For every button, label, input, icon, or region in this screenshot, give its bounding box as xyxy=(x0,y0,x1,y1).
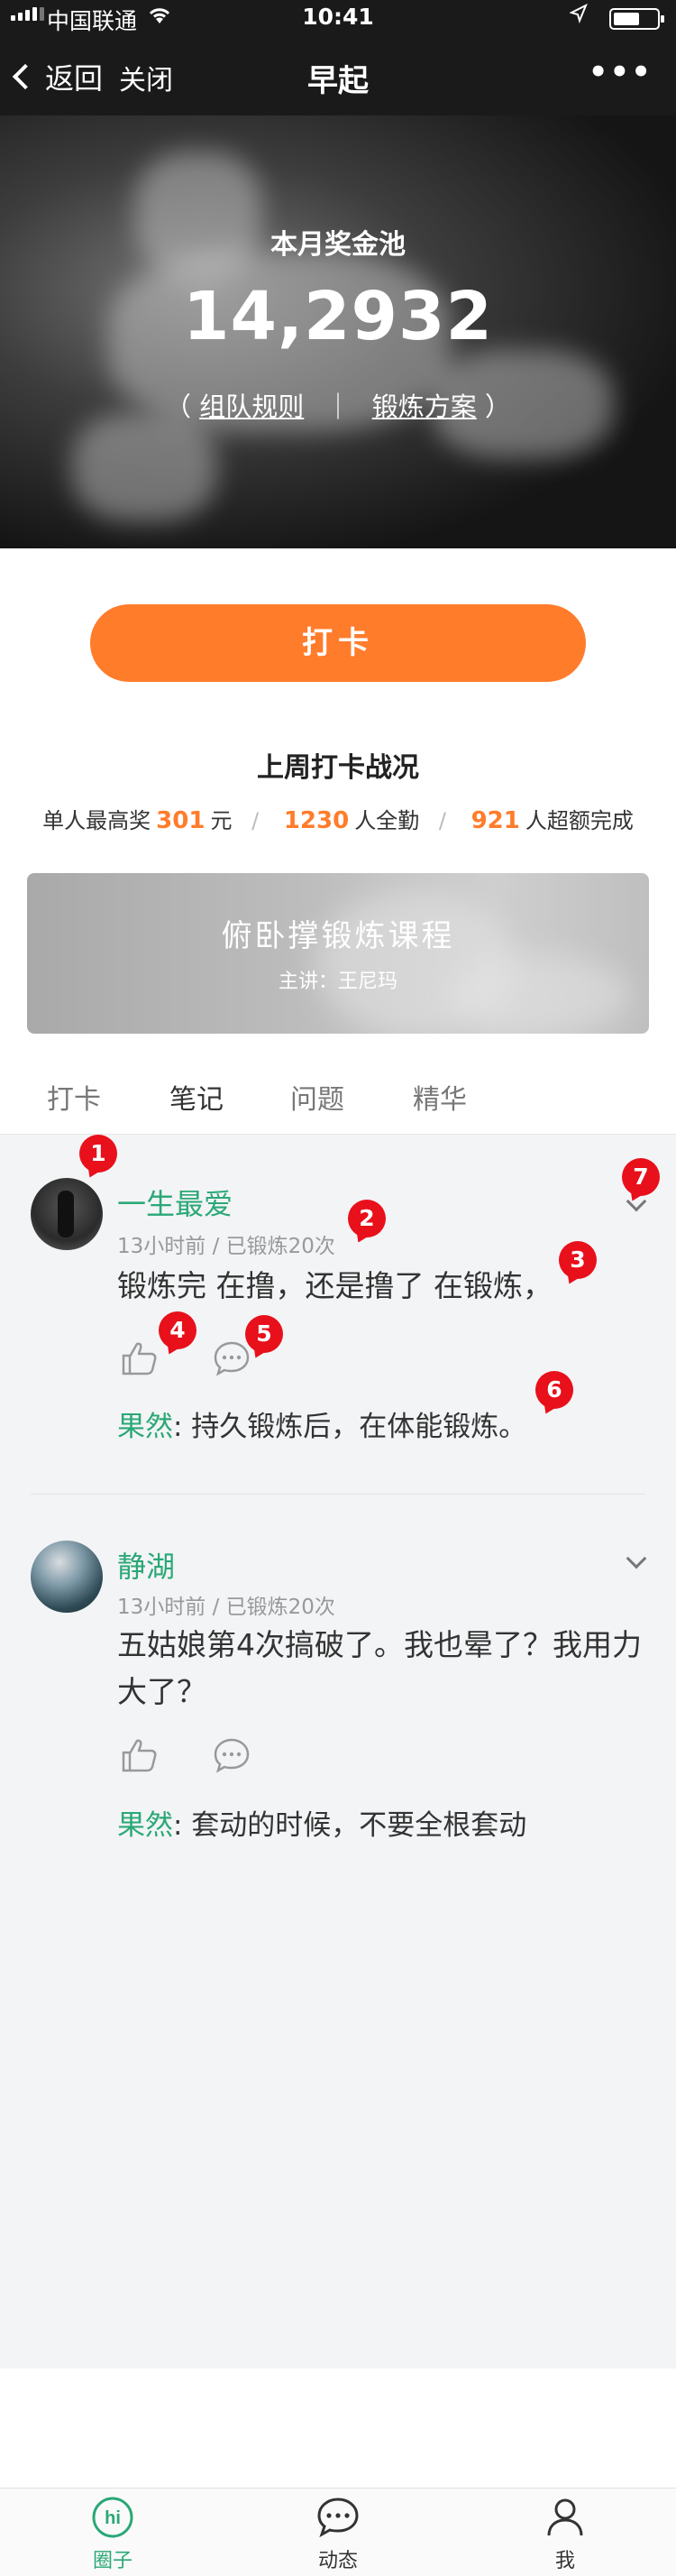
bottom-tab-label: 圈子 xyxy=(92,2550,132,2572)
post-username[interactable]: 静湖 xyxy=(117,1544,175,1586)
link-separator: ｜ xyxy=(324,391,352,422)
post-username[interactable]: 一生最爱 xyxy=(117,1182,233,1223)
location-icon xyxy=(569,3,588,29)
overachieve-label: 人超额完成 xyxy=(525,808,634,833)
top-bar: 中国联通 10:41 返回 关闭 早起 ••• xyxy=(0,0,676,115)
tab-notes[interactable]: 笔记 xyxy=(169,1077,224,1140)
battery-icon xyxy=(609,8,664,30)
annotation-badge: 1 xyxy=(79,1135,117,1173)
post-item: 一生最爱 13小时前 / 已锻炼20次 锻炼完 在撸，还是撸了 在锻炼， 果然:… xyxy=(0,1135,676,1495)
page-title: 早起 xyxy=(307,63,369,99)
annotation-badge: 5 xyxy=(245,1315,283,1353)
paren-open: （ xyxy=(165,391,192,422)
reply-username[interactable]: 果然 xyxy=(117,1411,173,1443)
person-icon xyxy=(544,2496,587,2543)
avatar[interactable] xyxy=(31,1541,103,1613)
hero-image-figure xyxy=(72,413,216,521)
exercise-plan-link[interactable]: 锻炼方案 xyxy=(372,391,477,422)
reply-line: 果然: 持久锻炼后，在体能锻炼。 xyxy=(117,1403,526,1444)
notes-feed: 一生最爱 13小时前 / 已锻炼20次 锻炼完 在撸，还是撸了 在锻炼， 果然:… xyxy=(0,1135,676,2369)
hi-circle-icon: hi xyxy=(91,2496,134,2543)
bottom-tab-circle[interactable]: hi 圈子 xyxy=(45,2489,180,2576)
course-lecturer: 主讲：王尼玛 xyxy=(278,971,397,993)
svg-text:hi: hi xyxy=(105,2508,121,2528)
like-thumb-icon[interactable] xyxy=(121,1340,159,1380)
annotation-badge: 7 xyxy=(622,1158,660,1196)
course-title: 俯卧撑锻炼课程 xyxy=(221,918,455,954)
checkin-button[interactable]: 打卡 xyxy=(90,604,586,682)
full-attendance-label: 人全勤 xyxy=(354,808,420,833)
chevron-down-icon[interactable] xyxy=(626,1548,647,1569)
reply-line: 果然: 套动的时候，不要全根套动 xyxy=(117,1802,526,1843)
prize-pool-label: 本月奖金池 xyxy=(270,229,406,261)
full-attendance-value: 1230 xyxy=(283,807,350,834)
annotation-badge: 4 xyxy=(159,1311,196,1349)
content-tabs: 打卡 笔记 问题 精华 xyxy=(0,1057,676,1140)
annotation-badge: 3 xyxy=(559,1241,597,1279)
status-bar: 中国联通 10:41 xyxy=(0,0,676,36)
reply-username[interactable]: 果然 xyxy=(117,1809,173,1842)
reply-text: : 持久锻炼后，在体能锻炼。 xyxy=(173,1411,527,1443)
top-prize-value: 301 xyxy=(156,807,206,834)
comment-icon[interactable] xyxy=(213,1737,251,1777)
post-item: 静湖 13小时前 / 已锻炼20次 五姑娘第4次搞破了。我也晕了？我用力大了？ … xyxy=(0,1495,676,1901)
bottom-tab-bar: hi 圈子 动态 我 xyxy=(0,2488,676,2576)
stats-divider: / xyxy=(438,808,446,833)
post-divider xyxy=(31,1494,645,1495)
avatar[interactable] xyxy=(31,1178,103,1250)
tab-label: 笔记 xyxy=(169,1084,224,1116)
annotation-badge: 6 xyxy=(535,1371,573,1409)
hero-links: （ 组队规则 ｜ 锻炼方案 ） xyxy=(0,386,676,424)
hero-banner: 本月奖金池 14,2932 （ 组队规则 ｜ 锻炼方案 ） xyxy=(0,115,676,548)
reply-text: : 套动的时候，不要全根套动 xyxy=(173,1809,527,1842)
nav-bar: 返回 关闭 早起 ••• xyxy=(0,36,676,115)
overachieve-value: 921 xyxy=(470,807,520,834)
chat-bubble-icon xyxy=(316,2496,360,2543)
bottom-tab-label: 我 xyxy=(554,2550,575,2572)
tab-label: 问题 xyxy=(290,1084,344,1116)
course-card[interactable]: 俯卧撑锻炼课程 主讲：王尼玛 xyxy=(27,873,649,1034)
post-meta: 13小时前 / 已锻炼20次 xyxy=(117,1235,335,1258)
stats-divider: / xyxy=(251,808,260,833)
paren-close: ） xyxy=(484,391,511,422)
tab-highlights[interactable]: 精华 xyxy=(413,1077,467,1117)
tab-label: 精华 xyxy=(413,1084,467,1116)
team-rules-link[interactable]: 组队规则 xyxy=(199,391,304,422)
more-menu-button[interactable]: ••• xyxy=(589,54,653,90)
prize-pool-amount: 14,2932 xyxy=(182,278,494,355)
tab-questions[interactable]: 问题 xyxy=(290,1077,344,1117)
tab-checkin[interactable]: 打卡 xyxy=(47,1077,101,1117)
top-prize-unit: 元 xyxy=(210,808,233,833)
last-week-stats: 单人最高奖 301 元 / 1230 人全勤 / 921 人超额完成 xyxy=(0,803,676,834)
comment-icon[interactable] xyxy=(213,1340,251,1380)
post-content: 五姑娘第4次搞破了。我也晕了？我用力大了？ xyxy=(117,1627,642,1709)
bottom-tab-me[interactable]: 我 xyxy=(498,2489,633,2576)
bottom-tab-label: 动态 xyxy=(317,2550,358,2572)
like-thumb-icon[interactable] xyxy=(121,1737,159,1777)
bottom-tab-feed[interactable]: 动态 xyxy=(270,2489,406,2576)
top-prize-label: 单人最高奖 xyxy=(42,808,151,833)
post-meta: 13小时前 / 已锻炼20次 xyxy=(117,1596,335,1619)
app-page: 中国联通 10:41 返回 关闭 早起 ••• 本月奖金池 14,2932 （ … xyxy=(0,0,676,2576)
last-week-title: 上周打卡战况 xyxy=(257,752,419,784)
tab-label: 打卡 xyxy=(47,1084,101,1116)
annotation-badge: 2 xyxy=(348,1200,386,1237)
